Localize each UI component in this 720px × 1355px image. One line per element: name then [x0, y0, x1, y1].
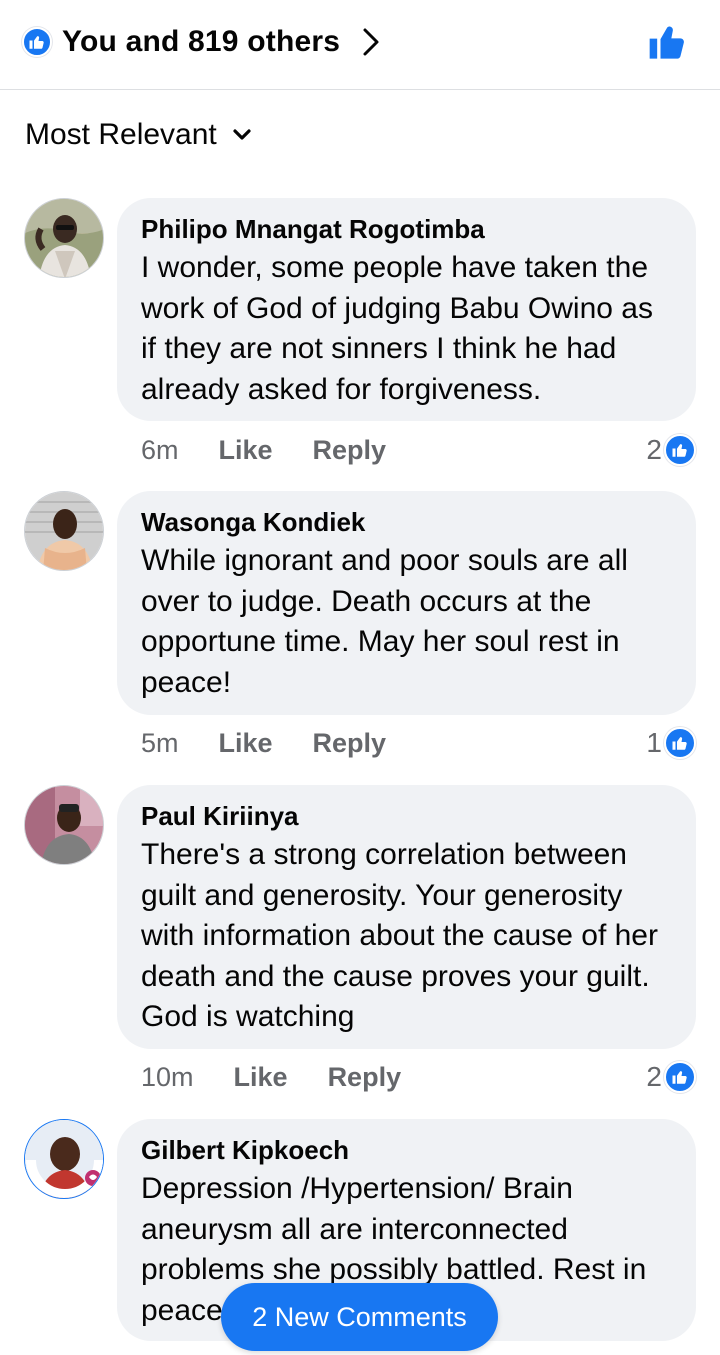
comment-actions: 5m Like Reply	[141, 725, 386, 761]
comment-bubble[interactable]: Philipo Mnangat Rogotimba I wonder, some…	[117, 198, 696, 421]
sort-dropdown[interactable]: Most Relevant	[25, 118, 251, 152]
comment-bubble[interactable]: Wasonga Kondiek While ignorant and poor …	[117, 491, 696, 715]
chevron-right-icon	[362, 27, 380, 57]
reaction-number: 2	[646, 1061, 662, 1092]
comment-text: There's a strong correlation between gui…	[141, 838, 658, 1033]
comment-actions: 10m Like Reply	[141, 1059, 401, 1095]
reply-action[interactable]: Reply	[313, 435, 387, 466]
sort-label: Most Relevant	[25, 118, 217, 151]
avatar[interactable]	[24, 491, 104, 571]
comment-reaction-count[interactable]: 2	[646, 1059, 696, 1095]
comment-text: While ignorant and poor souls are all ov…	[141, 544, 628, 699]
like-action[interactable]: Like	[234, 1062, 288, 1093]
like-reaction-icon	[664, 1061, 696, 1093]
like-action[interactable]: Like	[219, 728, 273, 759]
comment-reaction-count[interactable]: 2	[646, 432, 696, 468]
reactions-summary[interactable]: You and 819 others	[22, 22, 380, 62]
reactions-count-label: You and 819 others	[62, 25, 341, 58]
avatar[interactable]	[24, 1119, 104, 1199]
comment-author[interactable]: Gilbert Kipkoech	[141, 1135, 676, 1165]
comment-bubble[interactable]: Paul Kiriinya There's a strong correlati…	[117, 785, 696, 1049]
like-action[interactable]: Like	[219, 435, 273, 466]
comment-author[interactable]: Philipo Mnangat Rogotimba	[141, 214, 676, 244]
reactions-header: You and 819 others	[0, 0, 720, 90]
avatar[interactable]	[24, 198, 104, 278]
new-comments-button[interactable]: 2 New Comments	[221, 1283, 498, 1351]
reply-action[interactable]: Reply	[328, 1062, 402, 1093]
avatar[interactable]	[24, 785, 104, 865]
reply-action[interactable]: Reply	[313, 728, 387, 759]
reaction-number: 1	[646, 727, 662, 758]
comment-author[interactable]: Wasonga Kondiek	[141, 507, 676, 537]
comment-reaction-count[interactable]: 1	[646, 725, 696, 761]
comment-text: I wonder, some people have taken the wor…	[141, 251, 653, 406]
like-reaction-icon	[664, 727, 696, 759]
comment-timestamp[interactable]: 5m	[141, 728, 179, 759]
like-reaction-icon	[664, 434, 696, 466]
comment-actions: 6m Like Reply	[141, 432, 386, 468]
reaction-number: 2	[646, 434, 662, 465]
chevron-down-icon	[233, 129, 251, 141]
comment-timestamp[interactable]: 10m	[141, 1062, 194, 1093]
comment-timestamp[interactable]: 6m	[141, 435, 179, 466]
like-reaction-icon	[22, 27, 52, 57]
like-button-icon[interactable]	[646, 20, 690, 64]
comment-author[interactable]: Paul Kiriinya	[141, 801, 676, 831]
